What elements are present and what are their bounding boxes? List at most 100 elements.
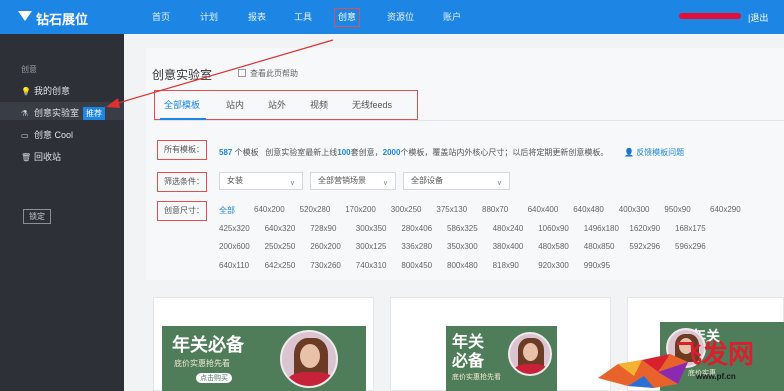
size-option[interactable]: 596x296 — [675, 242, 706, 251]
size-option[interactable]: 800x450 — [401, 261, 432, 270]
size-option[interactable]: 818x90 — [493, 261, 519, 270]
trash-icon: 🗑 — [21, 153, 32, 162]
template-count: 587 — [219, 148, 233, 157]
tab-all-templates[interactable]: 全部模板 — [164, 98, 200, 111]
size-option[interactable]: 640x480 — [573, 205, 604, 214]
tabs-divider — [154, 120, 784, 121]
desc-number: 2000 — [382, 148, 401, 157]
logout-link[interactable]: |退出 — [748, 11, 768, 24]
diamond-logo-icon — [18, 11, 32, 21]
size-option[interactable]: 200x600 — [219, 242, 250, 251]
nav-tools[interactable]: 工具 — [294, 0, 312, 34]
desc-number: 100 — [337, 148, 351, 157]
size-option[interactable]: 990x95 — [584, 261, 610, 270]
chevron-down-icon: ∨ — [382, 180, 388, 187]
redacted-username — [679, 13, 741, 19]
size-option[interactable]: 592x296 — [629, 242, 660, 251]
size-option[interactable]: 640x400 — [528, 205, 559, 214]
banner-subtitle: 底价实惠抢先看 — [452, 374, 501, 381]
size-option[interactable]: 480x850 — [584, 242, 615, 251]
sidebar-item-label: 我的创意 — [34, 86, 71, 96]
category-select[interactable]: 女装 ∨ — [219, 172, 303, 190]
size-option[interactable]: 300x350 — [356, 224, 387, 233]
scenario-select[interactable]: 全部营销场景 ∨ — [310, 172, 396, 190]
size-option[interactable]: 950x90 — [664, 205, 690, 214]
select-value: 全部设备 — [411, 176, 443, 185]
tab-offsite[interactable]: 站外 — [268, 98, 286, 111]
size-option[interactable]: 1620x90 — [629, 224, 660, 233]
size-option[interactable]: 250x250 — [265, 242, 296, 251]
size-option[interactable]: 1060x90 — [538, 224, 569, 233]
recommend-badge: 推荐 — [83, 107, 106, 120]
bulb-icon: 💡 — [21, 87, 31, 96]
size-option[interactable]: 728x90 — [310, 224, 336, 233]
size-option[interactable]: 880x70 — [482, 205, 508, 214]
size-option[interactable]: 640x200 — [254, 205, 285, 214]
size-option[interactable]: 1496x180 — [584, 224, 619, 233]
select-value: 女装 — [227, 176, 243, 185]
model-photo — [508, 332, 552, 376]
size-option[interactable]: 480x580 — [538, 242, 569, 251]
size-option[interactable]: 375x130 — [436, 205, 467, 214]
logo[interactable]: 钻石展位 — [18, 9, 89, 28]
help-link[interactable]: 查看此页帮助 — [238, 68, 298, 79]
banner-title: 必备 — [452, 353, 485, 370]
select-value: 全部营销场景 — [318, 176, 366, 185]
tab-wireless-feeds[interactable]: 无线feeds — [352, 98, 392, 111]
model-photo — [280, 330, 338, 388]
logo-text: 钻石展位 — [36, 12, 89, 27]
nav-home[interactable]: 首页 — [152, 0, 170, 34]
size-option[interactable]: 640x320 — [265, 224, 296, 233]
size-option[interactable]: 425x320 — [219, 224, 250, 233]
tab-video[interactable]: 视频 — [310, 98, 328, 111]
feedback-link[interactable]: 👤 反馈模板问题 — [624, 147, 684, 158]
size-option[interactable]: 170x200 — [345, 205, 376, 214]
nav-report[interactable]: 报表 — [248, 0, 266, 34]
nav-plan[interactable]: 计划 — [200, 0, 218, 34]
top-nav-bar: 钻石展位 首页 计划 报表 工具 创意 资源位 账户 |退出 — [0, 0, 784, 34]
size-option[interactable]: 260x200 — [310, 242, 341, 251]
size-option[interactable]: 300x125 — [356, 242, 387, 251]
size-option[interactable]: 730x260 — [310, 261, 341, 270]
size-option[interactable]: 480x240 — [493, 224, 524, 233]
device-select[interactable]: 全部设备 ∨ — [403, 172, 510, 190]
size-option[interactable]: 336x280 — [401, 242, 432, 251]
size-option[interactable]: 350x300 — [447, 242, 478, 251]
size-option[interactable]: 520x280 — [300, 205, 331, 214]
size-option[interactable]: 全部 — [219, 205, 235, 216]
template-preview-banner: 年关必备 底价实惠抢先看 点击购买 — [162, 326, 366, 391]
filter-condition-label: 筛选条件： — [157, 172, 207, 192]
nav-account[interactable]: 账户 — [443, 0, 461, 34]
tab-onsite[interactable]: 站内 — [226, 98, 244, 111]
sidebar-item-creative-cool[interactable]: ▭ 创意 Cool — [21, 128, 73, 141]
template-unit: 个模板 — [234, 148, 259, 157]
size-option[interactable]: 300x250 — [391, 205, 422, 214]
size-option[interactable]: 740x310 — [356, 261, 387, 270]
banner-subtitle: 底价实惠抢先看 — [174, 359, 230, 368]
size-option[interactable]: 640x110 — [219, 261, 249, 270]
sidebar-item-my-creative[interactable]: 💡 我的创意 — [21, 84, 70, 97]
watermark-text: 飞发网 — [676, 340, 755, 370]
size-option[interactable]: 642x250 — [265, 261, 296, 270]
desc-text: 套创意， — [350, 148, 383, 157]
chevron-down-icon: ∨ — [289, 180, 295, 187]
all-templates-label: 所有模板： — [157, 140, 207, 160]
size-option[interactable]: 168x175 — [675, 224, 706, 233]
help-label: 查看此页帮助 — [250, 69, 298, 78]
sidebar-item-trash[interactable]: 🗑 回收站 — [21, 150, 61, 163]
size-option[interactable]: 800x480 — [447, 261, 478, 270]
flask-icon: ⚗ — [21, 109, 29, 118]
feedback-label: 反馈模板问题 — [636, 148, 685, 157]
size-option[interactable]: 640x290 — [710, 205, 741, 214]
size-option[interactable]: 380x400 — [493, 242, 524, 251]
size-option[interactable]: 920x300 — [538, 261, 569, 270]
nav-resource[interactable]: 资源位 — [387, 0, 414, 34]
nav-creative[interactable]: 创意 — [334, 8, 361, 27]
size-option[interactable]: 280x406 — [401, 224, 432, 233]
chevron-down-icon: ∨ — [496, 180, 502, 187]
size-option[interactable]: 586x325 — [447, 224, 478, 233]
template-preview-banner: 年关 必备 底价实惠抢先看 — [446, 326, 557, 391]
size-option[interactable]: 400x300 — [619, 205, 650, 214]
lock-button[interactable]: 锁定 — [23, 209, 51, 224]
sidebar-item-creative-lab[interactable]: ⚗ 创意实验室 推荐 — [21, 106, 106, 120]
